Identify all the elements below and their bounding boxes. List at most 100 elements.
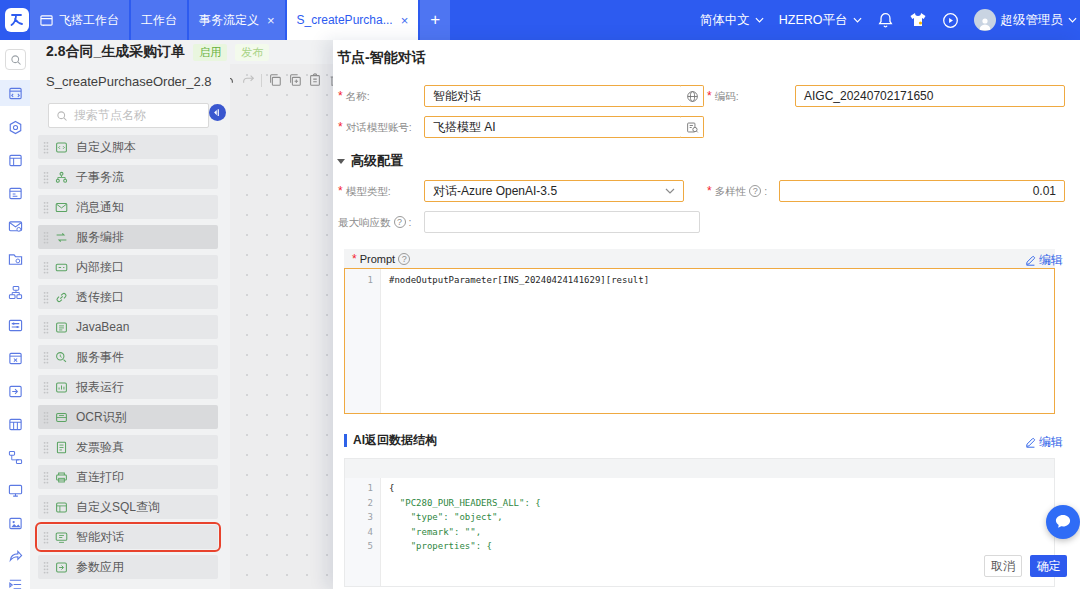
rail-item-page-design[interactable] bbox=[0, 147, 30, 173]
notification-bell-icon[interactable] bbox=[877, 12, 894, 29]
cancel-button[interactable]: 取消 bbox=[984, 555, 1022, 577]
help-icon[interactable]: ? bbox=[749, 185, 761, 197]
palette-item-label: 直连打印 bbox=[76, 469, 124, 486]
app-logo[interactable] bbox=[5, 8, 29, 32]
palette-item-param-apply[interactable]: 参数应用 bbox=[38, 555, 218, 579]
palette-item-service-orchestration[interactable]: 服务编排 bbox=[38, 225, 218, 249]
palette-item-direct-print[interactable]: 直连打印 bbox=[38, 465, 218, 489]
tab-flow-definition[interactable]: 事务流定义 × bbox=[189, 0, 285, 40]
palette-item-service-event[interactable]: 服务事件 bbox=[38, 345, 218, 369]
advanced-config-section[interactable]: 高级配置 bbox=[337, 152, 403, 170]
node-palette: S_createPurchaseOrder_2.8 搜索节点名称 自定义脚本 子… bbox=[30, 64, 230, 589]
rail-item-menu-config[interactable] bbox=[0, 571, 30, 589]
rail-item-message-config[interactable] bbox=[0, 213, 30, 239]
palette-item-ocr[interactable]: OCR识别 bbox=[38, 405, 218, 429]
label-text: 名称 bbox=[346, 85, 367, 107]
palette-item-javabean[interactable]: JavaBean bbox=[38, 315, 218, 339]
ai-schema-editor[interactable]: 12345 { "PC280_PUR_HEADERS_ALL": { "type… bbox=[344, 458, 1055, 587]
help-mark: ? bbox=[397, 211, 402, 233]
model-type-value: 对话-Azure OpenAI-3.5 bbox=[433, 183, 557, 200]
confirm-button[interactable]: 确定 bbox=[1030, 555, 1067, 577]
tab-workbench[interactable]: 工作台 bbox=[131, 0, 187, 40]
node-search-input[interactable]: 搜索节点名称 bbox=[48, 103, 209, 128]
palette-item-report-run[interactable]: 报表运行 bbox=[38, 375, 218, 399]
palette-item-invoice-verify[interactable]: 发票验真 bbox=[38, 435, 218, 459]
orchestration-icon bbox=[55, 231, 68, 244]
prompt-edit-link[interactable]: 编辑 bbox=[1025, 252, 1063, 269]
name-multilang-button[interactable] bbox=[681, 85, 704, 107]
palette-item-label: JavaBean bbox=[76, 320, 129, 334]
collapse-palette-button[interactable] bbox=[209, 104, 226, 121]
sliders-icon bbox=[8, 318, 23, 333]
palette-item-internal-api[interactable]: 内部接口 bbox=[38, 255, 218, 279]
help-icon[interactable]: ? bbox=[394, 216, 406, 228]
palette-item-label: OCR识别 bbox=[76, 409, 127, 426]
diversity-value: 0.01 bbox=[1033, 184, 1056, 198]
new-tab-button[interactable]: + bbox=[420, 0, 450, 40]
help-icon[interactable]: ? bbox=[398, 253, 410, 265]
tab-close-icon[interactable]: × bbox=[401, 13, 409, 28]
palette-item-subflow[interactable]: 子事务流 bbox=[38, 165, 218, 189]
user-menu[interactable]: 超级管理员 bbox=[974, 9, 1078, 31]
line-number: 1 bbox=[347, 273, 373, 288]
rail-item-file-config[interactable] bbox=[0, 246, 30, 272]
rail-item-flow-design[interactable] bbox=[0, 279, 30, 305]
ocr-icon bbox=[55, 411, 68, 424]
tenant-switcher[interactable]: HZERO平台 bbox=[779, 12, 862, 29]
palette-item-custom-script[interactable]: 自定义脚本 bbox=[38, 135, 218, 159]
max-response-input[interactable] bbox=[424, 211, 700, 233]
rail-item-rule-config[interactable] bbox=[0, 312, 30, 338]
rail-item-window-close[interactable] bbox=[0, 345, 30, 371]
diversity-input[interactable]: 0.01 bbox=[779, 180, 1065, 202]
palette-item-passthrough-api[interactable]: 透传接口 bbox=[38, 285, 218, 309]
account-lookup-button[interactable] bbox=[681, 116, 704, 138]
prompt-label: Prompt bbox=[360, 253, 395, 265]
palette-item-custom-sql[interactable]: 自定义SQL查询 bbox=[38, 495, 218, 519]
account-input[interactable]: 飞搭模型 AI bbox=[424, 116, 682, 138]
window-grid-icon bbox=[8, 153, 23, 168]
status-badge-published: 发布 bbox=[235, 44, 269, 61]
palette-item-label: 发票验真 bbox=[76, 439, 124, 456]
rail-item-share[interactable] bbox=[0, 543, 30, 569]
toolbar-divider bbox=[261, 74, 262, 87]
rail-item-api-hub[interactable] bbox=[0, 114, 30, 140]
account-value: 飞搭模型 AI bbox=[433, 119, 496, 136]
ai-schema-edit-link[interactable]: 编辑 bbox=[1025, 434, 1063, 451]
table-columns-icon bbox=[8, 417, 23, 432]
rail-item-template[interactable] bbox=[0, 180, 30, 206]
rail-item-workbench[interactable] bbox=[0, 80, 30, 106]
tab-close-icon[interactable]: × bbox=[267, 13, 275, 28]
chat-assistant-fab[interactable] bbox=[1046, 505, 1080, 539]
invoice-icon bbox=[55, 441, 68, 454]
theme-skin-icon[interactable] bbox=[909, 12, 927, 28]
rail-item-import[interactable] bbox=[0, 378, 30, 404]
copy-add-button[interactable] bbox=[288, 73, 302, 87]
prompt-editor[interactable]: 1 #nodeOutputParameter[INS_2024042414162… bbox=[344, 268, 1055, 414]
report-icon bbox=[55, 381, 68, 394]
palette-item-ai-chat[interactable]: 智能对话 bbox=[38, 525, 218, 549]
code-input[interactable]: AIGC_20240702171650 bbox=[795, 85, 1065, 107]
lookup-icon bbox=[686, 121, 699, 134]
rail-item-monitor[interactable] bbox=[0, 477, 30, 503]
tab-create-purchase-order[interactable]: S_createPurcha... × bbox=[287, 0, 419, 40]
tab-feida-workbench[interactable]: 飞搭工作台 bbox=[30, 0, 129, 40]
rail-item-table-manage[interactable] bbox=[0, 411, 30, 437]
name-input[interactable]: 智能对话 bbox=[424, 85, 682, 107]
prompt-code: #nodeOutputParameter[INS_20240424141629]… bbox=[389, 273, 649, 288]
copy-button[interactable] bbox=[268, 73, 282, 87]
drag-handle-icon bbox=[43, 501, 49, 514]
rail-item-gallery[interactable] bbox=[0, 510, 30, 536]
palette-item-label: 服务编排 bbox=[76, 229, 124, 246]
drag-handle-icon bbox=[43, 141, 49, 154]
rail-search-button[interactable] bbox=[5, 49, 26, 70]
paste-button[interactable] bbox=[308, 73, 322, 87]
tour-play-icon[interactable] bbox=[942, 12, 959, 29]
language-switcher[interactable]: 简体中文 bbox=[700, 12, 764, 29]
rail-item-orchestration[interactable] bbox=[0, 444, 30, 470]
palette-item-message-notify[interactable]: 消息通知 bbox=[38, 195, 218, 219]
model-type-label: *模型类型: bbox=[338, 180, 391, 202]
language-label: 简体中文 bbox=[700, 12, 750, 29]
model-type-select[interactable]: 对话-Azure OpenAI-3.5 bbox=[424, 180, 684, 202]
redo-button[interactable] bbox=[241, 73, 255, 87]
palette-item-label: 自定义脚本 bbox=[76, 139, 136, 156]
